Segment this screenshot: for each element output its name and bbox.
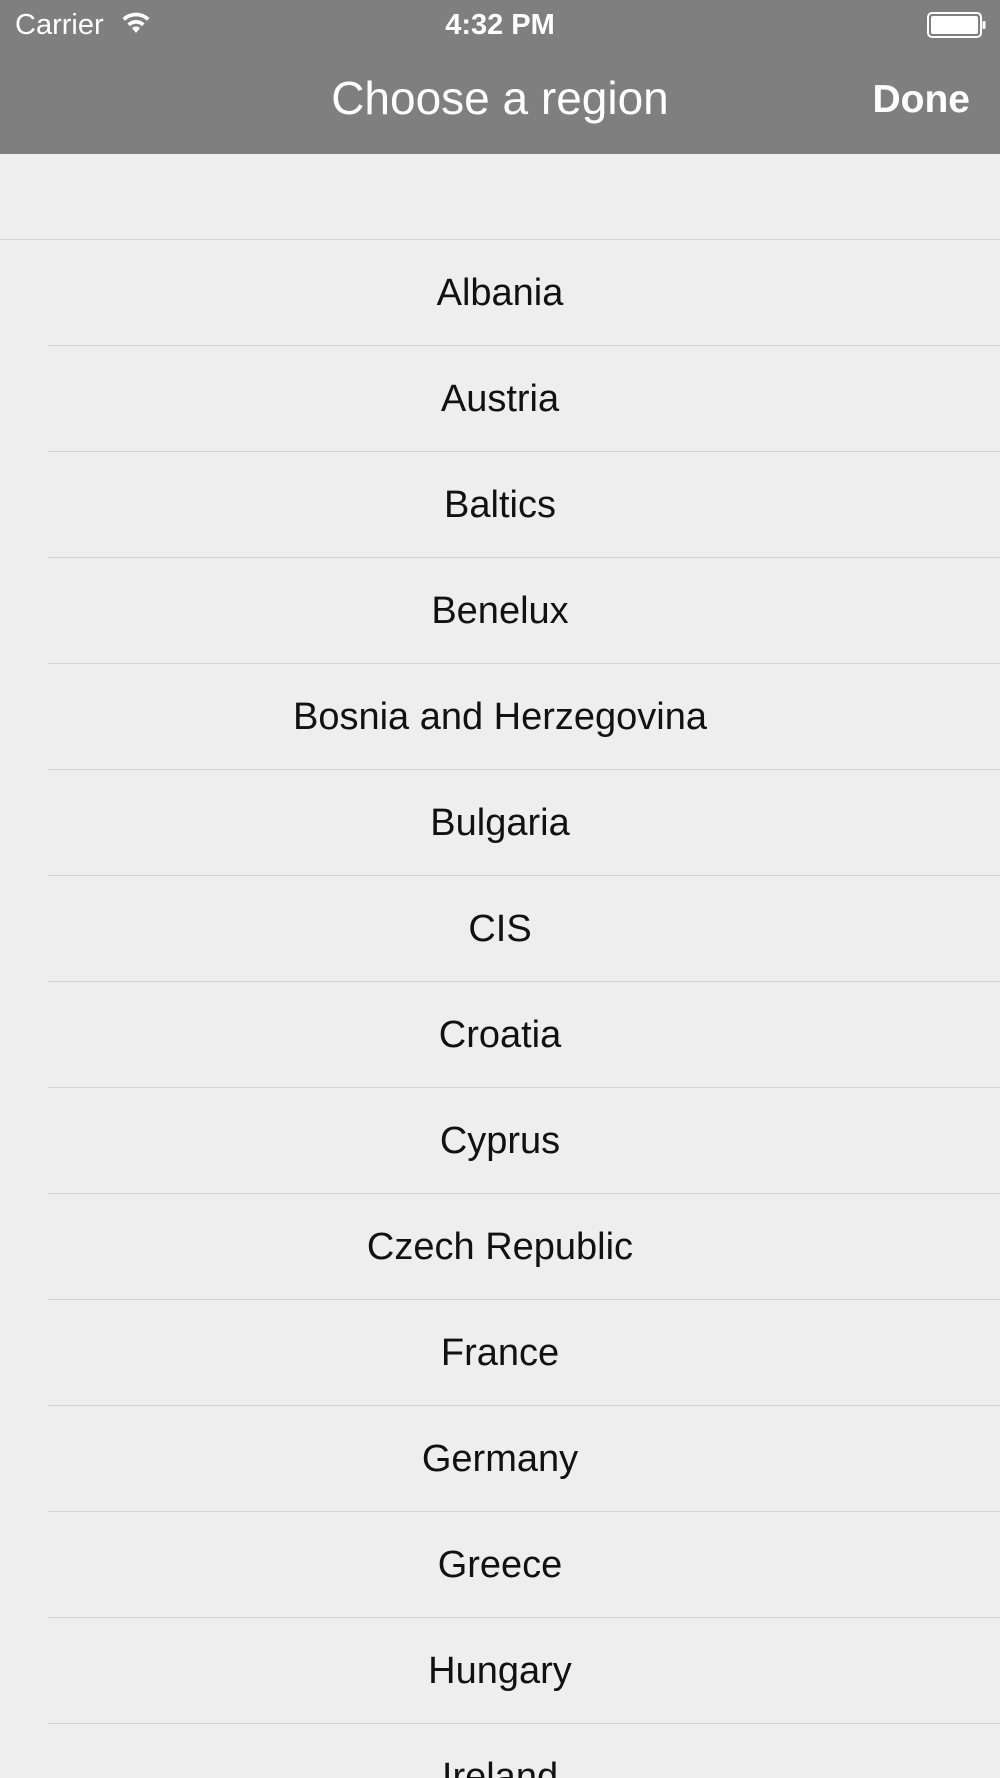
status-time: 4:32 PM <box>445 9 555 41</box>
region-label: Ireland <box>441 1756 559 1778</box>
region-label: Czech Republic <box>366 1226 634 1268</box>
list-header-spacer <box>0 154 1000 240</box>
region-label: Albania <box>436 272 564 314</box>
region-row-czech-republic[interactable]: Czech Republic <box>0 1194 1000 1300</box>
region-label: Benelux <box>431 590 569 632</box>
battery-icon <box>927 12 986 38</box>
region-row-ireland[interactable]: Ireland <box>0 1724 1000 1778</box>
region-row-bulgaria[interactable]: Bulgaria <box>0 770 1000 876</box>
region-row-cis[interactable]: CIS <box>0 876 1000 982</box>
region-row-austria[interactable]: Austria <box>0 346 1000 452</box>
region-row-bosnia-and-herzegovina[interactable]: Bosnia and Herzegovina <box>0 664 1000 770</box>
region-label: Austria <box>440 378 560 420</box>
done-button[interactable]: Done <box>873 76 971 124</box>
region-list-container[interactable]: Albania Austria Baltics Benelux Bosnia a… <box>0 154 1000 1778</box>
region-list: Albania Austria Baltics Benelux Bosnia a… <box>0 240 1000 1778</box>
region-label: Cyprus <box>439 1120 561 1162</box>
region-row-france[interactable]: France <box>0 1300 1000 1406</box>
region-row-hungary[interactable]: Hungary <box>0 1618 1000 1724</box>
region-label: Croatia <box>438 1014 562 1056</box>
region-row-baltics[interactable]: Baltics <box>0 452 1000 558</box>
region-row-germany[interactable]: Germany <box>0 1406 1000 1512</box>
region-label: Hungary <box>428 1650 572 1692</box>
region-label: Greece <box>437 1544 563 1586</box>
navigation-bar: Carrier 4:32 PM Choose a region Done <box>0 0 1000 154</box>
region-row-greece[interactable]: Greece <box>0 1512 1000 1618</box>
region-row-albania[interactable]: Albania <box>0 240 1000 346</box>
region-row-croatia[interactable]: Croatia <box>0 982 1000 1088</box>
region-label: CIS <box>468 908 532 950</box>
region-label: Germany <box>421 1438 579 1480</box>
region-label: Baltics <box>444 484 556 526</box>
region-label: France <box>440 1332 560 1374</box>
region-label: Bosnia and Herzegovina <box>292 696 708 738</box>
region-row-cyprus[interactable]: Cyprus <box>0 1088 1000 1194</box>
page-title: Choose a region <box>331 72 669 124</box>
region-label: Bulgaria <box>430 802 570 844</box>
status-bar: Carrier 4:32 PM <box>0 0 1000 50</box>
region-row-benelux[interactable]: Benelux <box>0 558 1000 664</box>
